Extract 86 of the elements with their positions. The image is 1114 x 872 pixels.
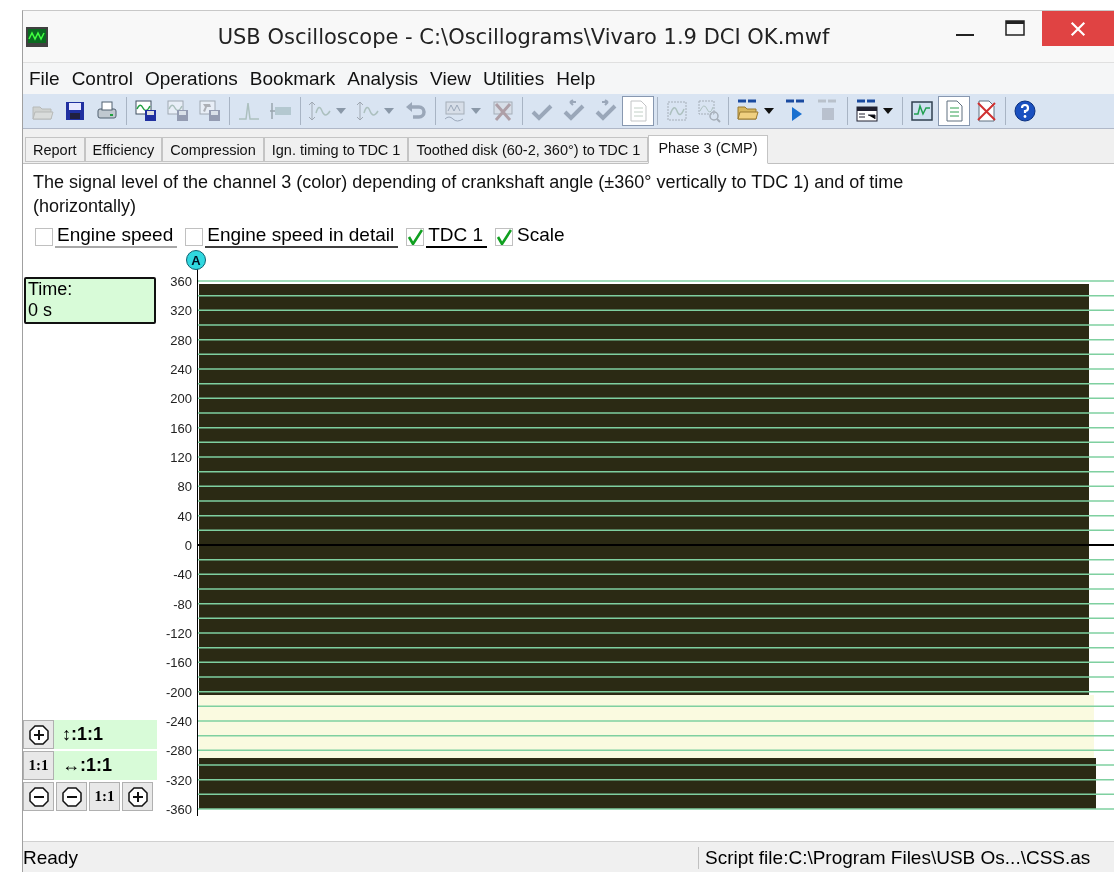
cursor-marker[interactable]: A [186, 250, 206, 270]
axis-tick-label: -240 [165, 714, 192, 729]
axis-tick-label: 120 [170, 450, 192, 465]
zoom-button[interactable]: 1:1 [23, 751, 54, 780]
axis-tick-label: -120 [165, 626, 192, 641]
axis-tick-label: -80 [173, 596, 192, 612]
axis-tick-label: -320 [165, 772, 192, 788]
caret-icon [384, 108, 394, 114]
tab[interactable]: Phase 3 (CMP) [648, 135, 768, 164]
oscilloscope-icon [25, 24, 49, 49]
axis-tick-label: -160 [165, 655, 192, 671]
caret-icon [883, 108, 893, 114]
vertical-scale-label: ↕:1:1 [61, 724, 103, 745]
checkbox[interactable] [35, 228, 53, 246]
axis-tick-label: -40 [173, 567, 192, 583]
option-label: Scale [516, 224, 566, 247]
wave-scale-icon [308, 99, 332, 123]
caret-icon [764, 108, 774, 114]
help-icon [1013, 99, 1037, 123]
zoom-button[interactable] [23, 720, 54, 749]
scope-icon [910, 99, 934, 123]
hammer-icon [198, 99, 222, 123]
folder-icon [736, 99, 760, 123]
menu-item[interactable]: Bookmark [249, 67, 343, 90]
zoom-button[interactable] [56, 782, 87, 811]
menu-item[interactable]: Operations [144, 67, 245, 90]
axis-tick-label: -280 [165, 743, 192, 759]
close-button[interactable] [1042, 11, 1114, 46]
close-icon [1069, 19, 1087, 38]
zoom-button[interactable] [122, 782, 153, 811]
tab[interactable]: Report [25, 137, 85, 162]
check-arrow-icon [594, 99, 618, 123]
delete-wave-icon [491, 99, 515, 123]
menu-item[interactable]: Help [556, 67, 603, 90]
frame-wave-icon [665, 99, 689, 123]
checkbox[interactable] [495, 228, 514, 246]
checkbox[interactable] [406, 228, 425, 246]
axis-tick-label: 240 [170, 362, 192, 377]
caret-icon [471, 108, 481, 114]
menu-item[interactable]: Control [71, 67, 140, 90]
maximize-icon [1004, 18, 1026, 39]
delete-document-icon [974, 99, 998, 123]
zoom-in-icon [28, 724, 49, 745]
zoom-wave-icon [697, 99, 721, 123]
check-arrow-icon [562, 99, 586, 123]
checkbox[interactable] [185, 228, 204, 246]
minimize-icon [956, 33, 974, 36]
axis-tick-label: 40 [177, 508, 192, 524]
option-label: TDC 1 [426, 224, 488, 248]
time-value: 0 s [28, 300, 53, 321]
script-file-status: Script file:C:\Program Files\USB Os...\CSS.as [698, 846, 1114, 869]
axis-tick-label: -200 [165, 684, 192, 700]
window-icon [855, 99, 879, 123]
window-title: USB Oscilloscope - C:\Oscillograms\Vivaro 1.9 DCI OK.mwf [216, 24, 831, 49]
option-label: Engine speed [55, 224, 178, 248]
zoom-in-icon [127, 786, 148, 807]
menu-item[interactable]: File [29, 67, 67, 90]
menu-item[interactable]: Analysis [347, 67, 426, 90]
time-label: Time: [28, 279, 74, 300]
zoom-out-icon [28, 786, 49, 807]
axis-tick-label: 200 [170, 391, 192, 407]
description-text: The signal level of the channel 3 (color) depending of crankshaft angle (±360° vertically to TDC 1) and of time (horizontally) [33, 171, 905, 218]
status-text: Ready [23, 846, 79, 869]
wave-scale-icon [356, 99, 380, 123]
axis-tick-label: 160 [170, 420, 192, 436]
axis-tick-label: 280 [170, 332, 192, 348]
zoom-button[interactable]: 1:1 [89, 782, 120, 811]
menu-item[interactable]: View [430, 67, 478, 90]
tab[interactable]: Toothed disk (60-2, 360°) to TDC 1 [408, 137, 649, 162]
axis-tick-label: 0 [184, 538, 192, 553]
zoom-button[interactable] [23, 782, 54, 811]
option-label: Engine speed in detail [205, 224, 399, 248]
monitor-wave-icon [443, 99, 467, 123]
axis-tick-label: 80 [177, 479, 192, 495]
menu-item[interactable]: Utilities [482, 67, 552, 90]
wave-save-icon [134, 99, 158, 123]
tab[interactable]: Ign. timing to TDC 1 [263, 137, 409, 162]
horizontal-scale-label: ↔:1:1 [61, 755, 112, 776]
axis-tick-label: 320 [170, 303, 192, 319]
tab[interactable]: Compression [162, 137, 264, 162]
zoom-out-icon [61, 786, 82, 807]
axis-tick-label: -360 [165, 802, 192, 816]
caret-icon [336, 108, 346, 114]
tab[interactable]: Efficiency [84, 137, 163, 162]
wave-save-icon [166, 99, 190, 123]
axis-tick-label: 360 [170, 274, 192, 289]
